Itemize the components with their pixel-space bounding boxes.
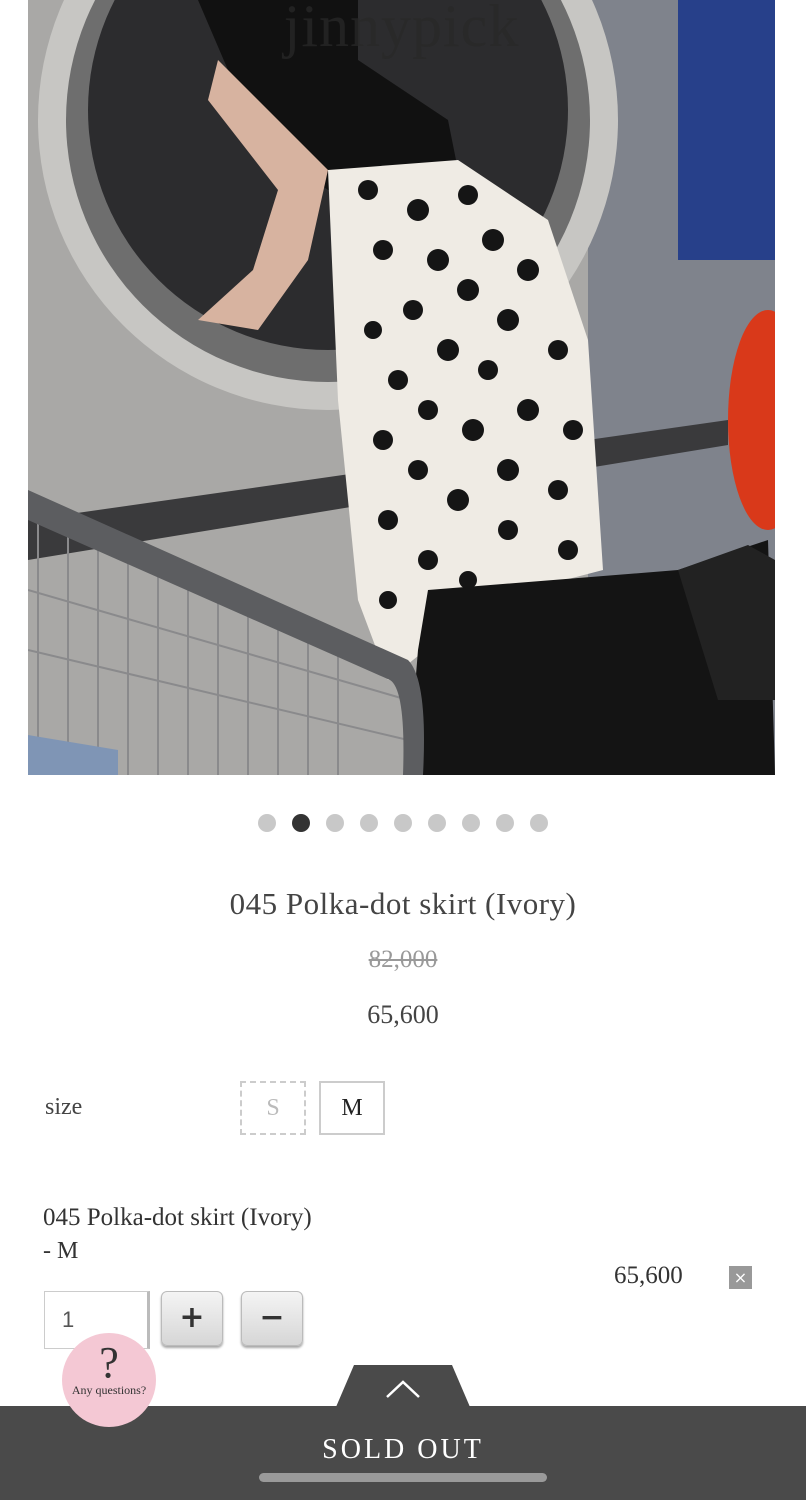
carousel-dot[interactable] bbox=[496, 814, 514, 832]
help-bubble[interactable]: ? Any questions? bbox=[62, 1333, 156, 1427]
selected-item-price: 65,600 bbox=[614, 1262, 683, 1289]
sale-price: 65,600 bbox=[367, 1000, 439, 1029]
carousel-dot[interactable] bbox=[360, 814, 378, 832]
product-photo-illustration bbox=[28, 0, 775, 775]
carousel-dot[interactable] bbox=[394, 814, 412, 832]
selected-item-title: 045 Polka-dot skirt (Ivory) bbox=[43, 1204, 312, 1231]
product-title: 045 Polka-dot skirt (Ivory) bbox=[229, 886, 577, 921]
size-option-m[interactable]: M bbox=[319, 1081, 385, 1135]
carousel-dot[interactable] bbox=[428, 814, 446, 832]
help-text: Any questions? bbox=[71, 1383, 147, 1397]
size-label: size bbox=[45, 1094, 83, 1120]
size-option-s[interactable]: S bbox=[240, 1081, 306, 1135]
carousel-dot-active[interactable] bbox=[292, 814, 310, 832]
product-image[interactable]: jinnypick bbox=[28, 0, 775, 775]
carousel-dot[interactable] bbox=[530, 814, 548, 832]
carousel-dot[interactable] bbox=[326, 814, 344, 832]
question-mark-icon: ? bbox=[99, 1338, 119, 1387]
selected-item-option: - M bbox=[43, 1238, 79, 1264]
original-price: 82,000 bbox=[368, 946, 438, 973]
expand-tab[interactable] bbox=[336, 1365, 470, 1407]
carousel-pagination bbox=[0, 814, 806, 832]
sold-out-button[interactable]: SOLD OUT bbox=[0, 1434, 806, 1466]
quantity-increase-button[interactable]: + bbox=[161, 1291, 223, 1346]
carousel-dot[interactable] bbox=[462, 814, 480, 832]
brand-watermark: jinnypick bbox=[283, 0, 520, 59]
home-indicator bbox=[259, 1473, 547, 1482]
carousel-dot[interactable] bbox=[258, 814, 276, 832]
remove-item-icon[interactable]: × bbox=[729, 1266, 752, 1289]
quantity-decrease-button[interactable]: − bbox=[241, 1291, 303, 1346]
